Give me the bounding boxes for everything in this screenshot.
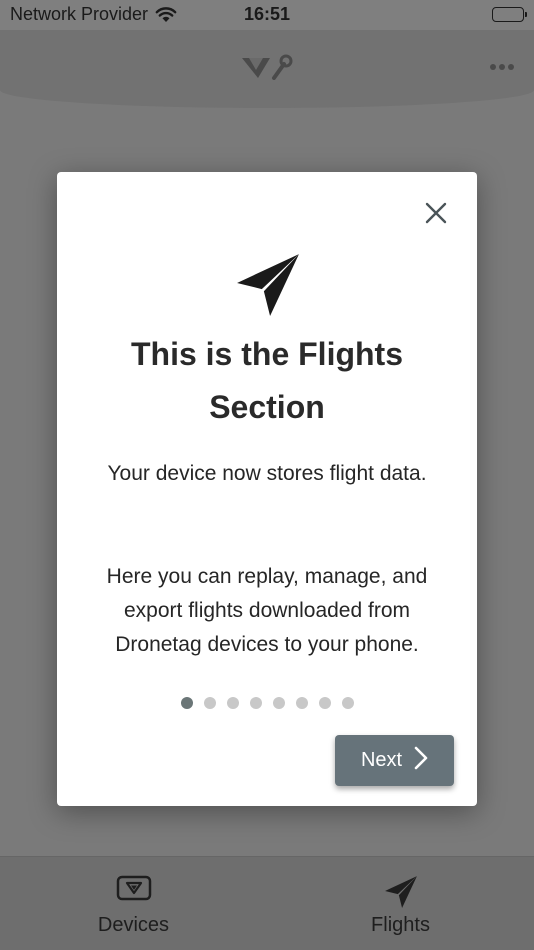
more-horizontal-icon[interactable]	[490, 64, 514, 70]
close-icon[interactable]	[423, 200, 449, 226]
page-dot	[250, 697, 262, 709]
next-button-label: Next	[360, 749, 403, 771]
modal-paragraph-1: Your device now stores flight data.	[107, 462, 427, 485]
status-time: 16:51	[243, 4, 291, 24]
tab-devices-label: Devices	[97, 914, 170, 936]
modal-paragraph-2: Here you can replay, manage, and export …	[106, 565, 428, 656]
dronetag-logo-icon	[240, 54, 294, 85]
page-dot	[342, 697, 354, 709]
battery-icon	[492, 7, 527, 22]
tab-flights[interactable]: Flights	[267, 857, 534, 950]
tab-devices[interactable]: Devices	[0, 857, 267, 950]
status-bar: Network Provider 16:51	[0, 0, 534, 30]
next-button[interactable]: Next	[335, 735, 454, 786]
page-dot-active	[181, 697, 193, 709]
page-dot	[204, 697, 216, 709]
tab-bar: Devices Flights	[0, 856, 534, 950]
tab-flights-label: Flights	[371, 914, 430, 936]
page-dot	[319, 697, 331, 709]
device-icon	[116, 875, 152, 906]
page-indicator	[181, 697, 354, 709]
paper-plane-icon	[384, 875, 418, 914]
page-dot	[227, 697, 239, 709]
paper-plane-icon	[235, 252, 301, 323]
page-dot	[296, 697, 308, 709]
onboarding-modal: This is the Flights Section Your device …	[57, 172, 477, 806]
page-dot	[273, 697, 285, 709]
chevron-right-icon	[414, 746, 428, 776]
app-header	[0, 30, 534, 108]
modal-title: This is the Flights Section	[130, 336, 403, 425]
